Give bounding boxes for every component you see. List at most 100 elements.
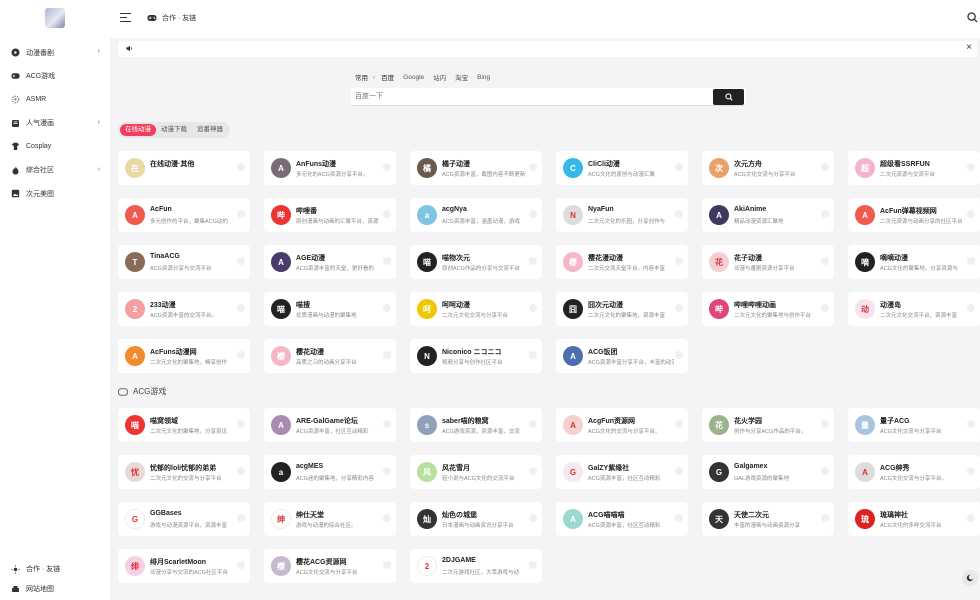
filter-tab[interactable]: 追番神器: [192, 124, 228, 136]
site-card[interactable]: 嘀嘀嘀动漫 ACG文化的聚集地，分享资源与: [848, 245, 980, 279]
site-card[interactable]: a acgNya ACG资源丰富，涵盖动漫、游戏: [410, 198, 542, 232]
site-card[interactable]: s saber喵的粮窝 ACG游戏资源，资源丰富，交流: [410, 408, 542, 442]
site-card[interactable]: A ACG饭团 ACG资源丰富分享平台，丰富的动漫: [556, 339, 688, 373]
site-card[interactable]: G GalZY紫缘社 ACG资源丰富，社区互动精彩: [556, 455, 688, 489]
site-card[interactable]: 琉琉璃神社 ACG文化的多样交流平台: [848, 502, 980, 536]
filter-tab[interactable]: 动漫下载: [156, 124, 192, 136]
site-card[interactable]: 灿灿色の城堡 日本漫画与动画资讯分享平台: [410, 502, 542, 536]
site-card[interactable]: 橘橘子动漫 ACG资源丰富，截图内容不断更新: [410, 151, 542, 185]
site-card[interactable]: 樱樱花漫动漫 二次元交流天堂平台，内容丰富: [556, 245, 688, 279]
chevron-right-icon: [967, 210, 975, 218]
chevron-right-icon: [821, 420, 829, 428]
site-card[interactable]: A AGE动漫 ACG资源丰富的天堂，更好看的: [264, 245, 396, 279]
site-card[interactable]: T TinaACG ACG资源分享与交流平台: [118, 245, 250, 279]
site-card[interactable]: 喵喵搜 优质漫画与动漫的聚集地: [264, 292, 396, 326]
sidebar-item-1[interactable]: ACG游戏: [0, 65, 110, 89]
site-card[interactable]: A AcFun 多元创作的平台，聚集ACG动的: [118, 198, 250, 232]
site-card[interactable]: A ACG喵喵喵 ACG资源丰富，社区互动精彩: [556, 502, 688, 536]
site-card-desc: ACG资源丰富的交流平台。: [150, 313, 217, 319]
site-card[interactable]: 喵喵物次元 原创ACG作品的分享与交流平台: [410, 245, 542, 279]
menu-toggle-button[interactable]: [120, 13, 131, 23]
chevron-right-icon: [529, 420, 537, 428]
site-card[interactable]: 花花子动漫 动漫与番剧资源分享平台: [702, 245, 834, 279]
sidebar-item-6[interactable]: 次元美图: [0, 182, 110, 206]
site-card[interactable]: 哔哔哩番 原创漫画与动画的汇聚平台，资源: [264, 198, 396, 232]
site-card[interactable]: 天天使二次元 丰富的漫画与动画资源分享: [702, 502, 834, 536]
site-card[interactable]: a acgMES ACG迷的聚集地，分享精彩内容: [264, 455, 396, 489]
site-logo[interactable]: [45, 8, 65, 28]
chevron-right-icon: ›: [97, 48, 100, 55]
site-card[interactable]: 忧忧郁的loli忧郁的弟弟 二次元文化的交流与分享平台: [118, 455, 250, 489]
site-card[interactable]: A ACG绅秀 ACG文化交流与分享平台。: [848, 455, 980, 489]
site-card[interactable]: G Galgamex GAL游戏资源的聚集地: [702, 455, 834, 489]
site-card[interactable]: 2 233动漫 ACG资源丰富的交流平台。: [118, 292, 250, 326]
tina-logo: T: [125, 252, 145, 272]
site-card[interactable]: 绯绯月ScarletMoon 动漫分享与交流的ACG社区平台: [118, 549, 250, 583]
search-engine-tab[interactable]: Google: [403, 74, 424, 81]
sidebar-item-5[interactable]: 综合社区 ›: [0, 159, 110, 183]
search-engine-tab[interactable]: 百度: [381, 72, 394, 82]
site-card[interactable]: 在在线动漫·其他: [118, 151, 250, 185]
site-card[interactable]: A ARE-GalGame论坛 ACG资源丰富，社区互动精彩: [264, 408, 396, 442]
site-card-title: 囧次元动漫: [588, 302, 623, 309]
site-card[interactable]: 风风花雪月 轻小说与ACG文化的交流平台: [410, 455, 542, 489]
site-card[interactable]: A AkiAnime 精品动漫资源汇聚地: [702, 198, 834, 232]
chevron-right-icon: [383, 257, 391, 265]
site-card[interactable]: 次次元方舟 ACG文化交流与分享平台: [702, 151, 834, 185]
site-card[interactable]: 喵喵窝领域 二次元文化的聚集地，分享资讯: [118, 408, 250, 442]
site-card-desc: 二次元文化的交流与分享平台: [150, 476, 222, 482]
site-card[interactable]: A AcFun弹幕视频网 二次元资源与动画分享的社区平台: [848, 198, 980, 232]
chevron-right-icon: [529, 514, 537, 522]
sidebar-item-bottom-1[interactable]: 网站地图: [0, 579, 110, 599]
sidebar-item-0[interactable]: 动漫番剧 ›: [0, 41, 110, 65]
castle-logo: 灿: [417, 509, 437, 529]
chevron-right-icon: [967, 163, 975, 171]
site-card-title: 花火学园: [734, 418, 762, 425]
site-card[interactable]: G GGBases 游戏与动漫资源平台，资源丰富: [118, 502, 250, 536]
site-card[interactable]: N NyaFun 二次元文化的乐园，分享创作与: [556, 198, 688, 232]
site-card[interactable]: 花花火学园 创作与分享ACG作品的平台。: [702, 408, 834, 442]
site-card[interactable]: C CliCli动漫 ACG文化的原创与动漫汇聚: [556, 151, 688, 185]
site-card[interactable]: 量量子ACG ACG文化交流与分享平台: [848, 408, 980, 442]
site-card-desc: 游戏与动漫的综合社区。: [296, 523, 357, 529]
search-icon[interactable]: [967, 12, 978, 25]
site-card[interactable]: 超超级看SSRFUN 二次元资源与交流平台: [848, 151, 980, 185]
chevron-right-icon: [237, 163, 245, 171]
site-card[interactable]: 动动漫岛 二次元文化交流平台，资源丰富: [848, 292, 980, 326]
search-group-label[interactable]: 常用: [355, 72, 368, 82]
site-card-desc: 轻小说与ACG文化的交流平台: [442, 476, 515, 482]
search-submit-button[interactable]: [713, 89, 744, 105]
site-card[interactable]: 绅绅仕天堂 游戏与动漫的综合社区。: [264, 502, 396, 536]
chevron-right-icon: [237, 257, 245, 265]
filter-tab[interactable]: 在线动漫: [120, 124, 156, 136]
site-card[interactable]: 樱樱花ACG资源网 ACG文化交流与分享平台: [264, 549, 396, 583]
sidebar-item-3[interactable]: 人气漫画 ›: [0, 112, 110, 136]
theme-toggle-button[interactable]: [962, 570, 978, 586]
search-engine-tab[interactable]: Bing: [477, 74, 490, 81]
site-card[interactable]: A AnFuns动漫 多元化的ACG资源分享平台。: [264, 151, 396, 185]
sidebar-item-bottom-0[interactable]: 合作 · 友链: [0, 559, 110, 579]
site-card-desc: 二次元文化交流平台，资源丰富: [880, 313, 958, 319]
site-card[interactable]: A AcgFun资源网 ACG文化的交流与分享平台。: [556, 408, 688, 442]
chevron-right-icon: [821, 467, 829, 475]
close-icon[interactable]: ×: [966, 42, 972, 53]
site-card-title: AcFun弹幕视频网: [880, 208, 937, 215]
search-engine-tab[interactable]: 淘宝: [455, 72, 468, 82]
search-engine-tab[interactable]: 站内: [433, 72, 446, 82]
site-card[interactable]: N Niconico ニコニコ 视频分享与创作社区平台: [410, 339, 542, 373]
site-card[interactable]: 2 2DJGAME 二次元游戏社区，大萃游戏与动: [410, 549, 542, 583]
site-card-title: 动漫岛: [880, 302, 901, 309]
acfun-logo: A: [125, 205, 145, 225]
printer-icon: [11, 585, 20, 594]
site-card-desc: 二次元文化的聚集地，资源丰富: [588, 313, 666, 319]
site-card[interactable]: A AcFuns动漫网 二次元文化的聚集地，畅享创作: [118, 339, 250, 373]
search-input[interactable]: [351, 88, 701, 105]
site-card[interactable]: 樱樱花动漫 高质之习的动画分享平台: [264, 339, 396, 373]
site-card-title: 嘀嘀动漫: [880, 255, 908, 262]
site-card-desc: ACG资源丰富，社区互动精彩: [588, 476, 661, 482]
sidebar-item-4[interactable]: Cosplay: [0, 135, 110, 159]
site-card[interactable]: 囧囧次元动漫 二次元文化的聚集地，资源丰富: [556, 292, 688, 326]
site-card[interactable]: 哔哔哩哔哩动画 二次元文化的聚集地与创作平台: [702, 292, 834, 326]
sidebar-item-2[interactable]: ASMR: [0, 88, 110, 112]
site-card[interactable]: 呵呵呵动漫 二次元文化交流与分享平台: [410, 292, 542, 326]
